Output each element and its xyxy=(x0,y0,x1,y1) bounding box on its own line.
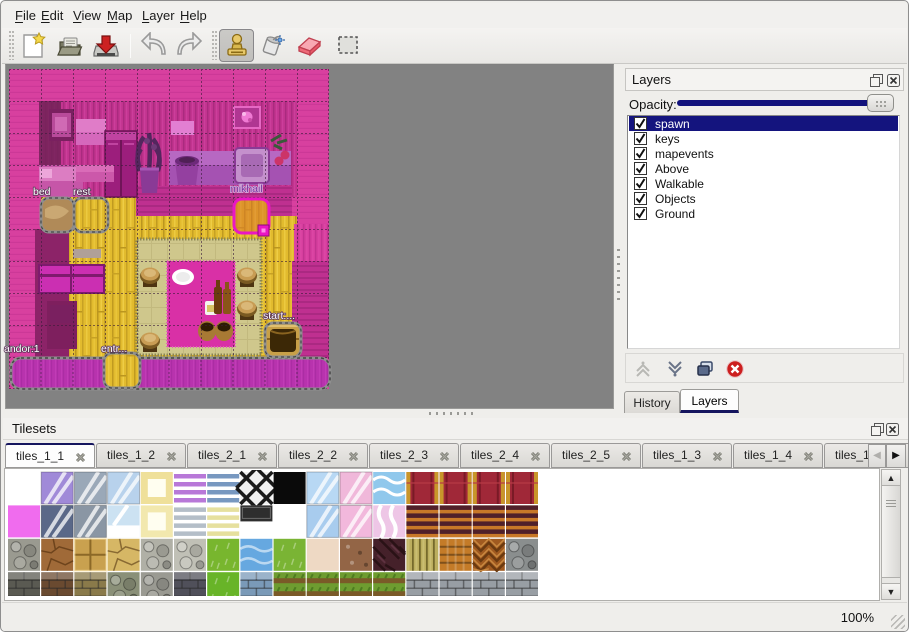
svg-text:bed: bed xyxy=(33,186,51,198)
svg-text:andor:1: andor:1 xyxy=(4,343,40,355)
svg-text:entr...: entr... xyxy=(101,343,127,355)
svg-text:mikhail: mikhail xyxy=(230,183,263,195)
svg-text:rest: rest xyxy=(73,186,91,198)
svg-text:start:...: start:... xyxy=(263,310,295,322)
